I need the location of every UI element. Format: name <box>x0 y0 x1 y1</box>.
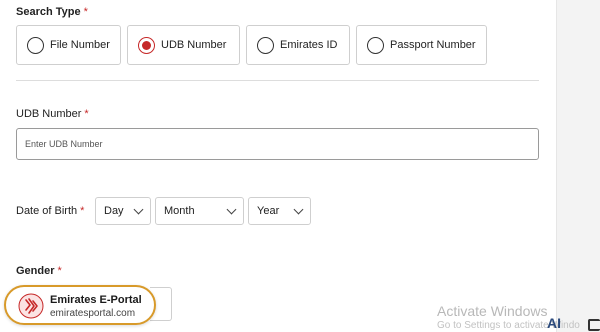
chevron-down-icon <box>293 204 304 214</box>
radio-option-passport-number[interactable]: Passport Number <box>356 25 487 65</box>
badge-url: emiratesportal.com <box>50 308 136 319</box>
radio-option-emirates-id[interactable]: Emirates ID <box>246 25 350 65</box>
activate-windows-title: Activate Windows <box>437 303 548 319</box>
year-select[interactable]: Year <box>248 197 311 225</box>
ai-logo-mark: AI <box>547 315 561 331</box>
required-mark: * <box>83 6 88 18</box>
search-type-label-text: Search Type <box>16 6 81 18</box>
badge-title: Emirates E-Portal <box>50 294 142 306</box>
required-mark: * <box>80 205 85 217</box>
radio-option-label: File Number <box>50 39 110 51</box>
month-select-value: Month <box>164 205 195 217</box>
required-mark: * <box>57 265 62 277</box>
required-mark: * <box>84 108 89 120</box>
date-of-birth-label: Date of Birth * <box>16 205 84 217</box>
udb-number-label-text: UDB Number <box>16 108 82 120</box>
radio-option-file-number[interactable]: File Number <box>16 25 121 65</box>
pointer-hand-icon <box>18 293 44 319</box>
section-divider <box>16 80 539 81</box>
corner-square-icon <box>588 319 600 331</box>
radio-option-label: Passport Number <box>390 39 476 51</box>
radio-dot-icon <box>142 40 151 50</box>
day-select[interactable]: Day <box>95 197 151 225</box>
search-type-label: Search Type * <box>16 6 88 18</box>
radio-option-label: UDB Number <box>161 39 227 51</box>
radio-selected-icon[interactable] <box>138 36 155 54</box>
radio-circle-icon[interactable] <box>27 36 44 54</box>
radio-option-label: Emirates ID <box>280 39 338 51</box>
day-select-value: Day <box>104 205 124 217</box>
gender-label: Gender * <box>16 265 62 277</box>
radio-circle-icon[interactable] <box>367 36 384 54</box>
right-scroll-gutter <box>556 0 600 332</box>
emirates-eportal-watermark-badge: Emirates E-Portal emiratesportal.com <box>4 285 156 325</box>
udb-number-label: UDB Number * <box>16 108 89 120</box>
date-of-birth-label-text: Date of Birth <box>16 205 78 217</box>
chevron-down-icon <box>226 204 237 214</box>
radio-option-udb-number[interactable]: UDB Number <box>127 25 240 65</box>
chevron-down-icon <box>133 204 144 214</box>
udb-number-input[interactable] <box>16 128 539 160</box>
month-select[interactable]: Month <box>155 197 244 225</box>
gender-label-text: Gender <box>16 265 55 277</box>
search-form-card: Search Type * File Number UDB Number Emir… <box>0 0 556 332</box>
radio-circle-icon[interactable] <box>257 36 274 54</box>
year-select-value: Year <box>257 205 280 217</box>
